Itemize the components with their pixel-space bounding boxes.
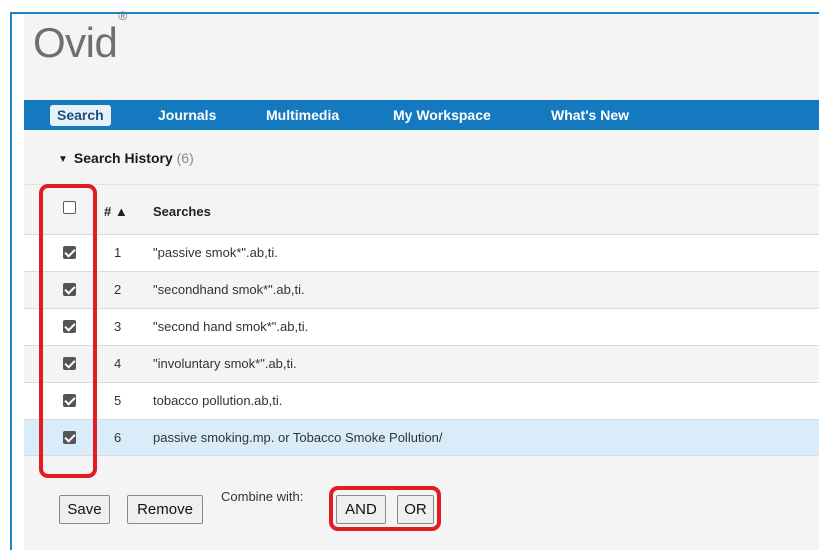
main-nav: Search Journals Multimedia My Workspace … [24, 100, 819, 130]
row-number: 4 [114, 356, 122, 371]
row-query: "second hand smok*".ab,ti. [153, 319, 309, 334]
table-row: 2 "secondhand smok*".ab,ti. [24, 271, 819, 308]
remove-button[interactable]: Remove [127, 495, 203, 524]
row-query: "involuntary smok*".ab,ti. [153, 356, 297, 371]
search-history-title: Search History [73, 150, 173, 166]
search-history-toggle[interactable]: ▼ Search History (6) [58, 150, 194, 166]
nav-tab-multimedia[interactable]: Multimedia [266, 107, 339, 124]
column-header-searches: Searches [153, 204, 211, 219]
row-number: 2 [114, 282, 122, 297]
nav-tab-search[interactable]: Search [50, 105, 111, 126]
ovid-panel: Ovid® Search Journals Multimedia My Work… [24, 10, 819, 550]
row-query: "secondhand smok*".ab,ti. [153, 282, 305, 297]
table-row: 4 "involuntary smok*".ab,ti. [24, 345, 819, 382]
row-query: "passive smok*".ab,ti. [153, 245, 278, 260]
nav-tab-my-workspace[interactable]: My Workspace [393, 107, 491, 124]
table-header: # ▲ Searches [24, 191, 819, 234]
collapse-triangle-icon: ▼ [58, 154, 68, 165]
row-number: 1 [114, 245, 122, 260]
registered-mark: ® [118, 9, 127, 23]
combine-with-label: Combine with: [221, 489, 304, 504]
table-row: 1 "passive smok*".ab,ti. [24, 234, 819, 271]
column-header-number[interactable]: # ▲ [104, 204, 128, 219]
table-row-highlighted: 6 passive smoking.mp. or Tobacco Smoke P… [24, 419, 819, 456]
combine-buttons-highlight-annotation [329, 486, 441, 531]
nav-tab-journals[interactable]: Journals [158, 107, 216, 124]
table-row: 5 tobacco pollution.ab,ti. [24, 382, 819, 419]
row-number: 5 [114, 393, 122, 408]
row-number: 3 [114, 319, 122, 334]
nav-tab-whats-new[interactable]: What's New [551, 107, 629, 124]
table-row: 3 "second hand smok*".ab,ti. [24, 308, 819, 345]
window-border-left [10, 12, 12, 550]
save-button[interactable]: Save [59, 495, 110, 524]
ovid-logo: Ovid® [33, 10, 127, 66]
section-divider [24, 184, 819, 185]
row-number: 6 [114, 430, 122, 445]
row-query: passive smoking.mp. or Tobacco Smoke Pol… [153, 430, 443, 445]
checkbox-column-highlight-annotation [39, 184, 97, 478]
search-history-count: (6) [176, 150, 194, 166]
logo-text: Ovid [33, 19, 118, 66]
row-query: tobacco pollution.ab,ti. [153, 393, 283, 408]
